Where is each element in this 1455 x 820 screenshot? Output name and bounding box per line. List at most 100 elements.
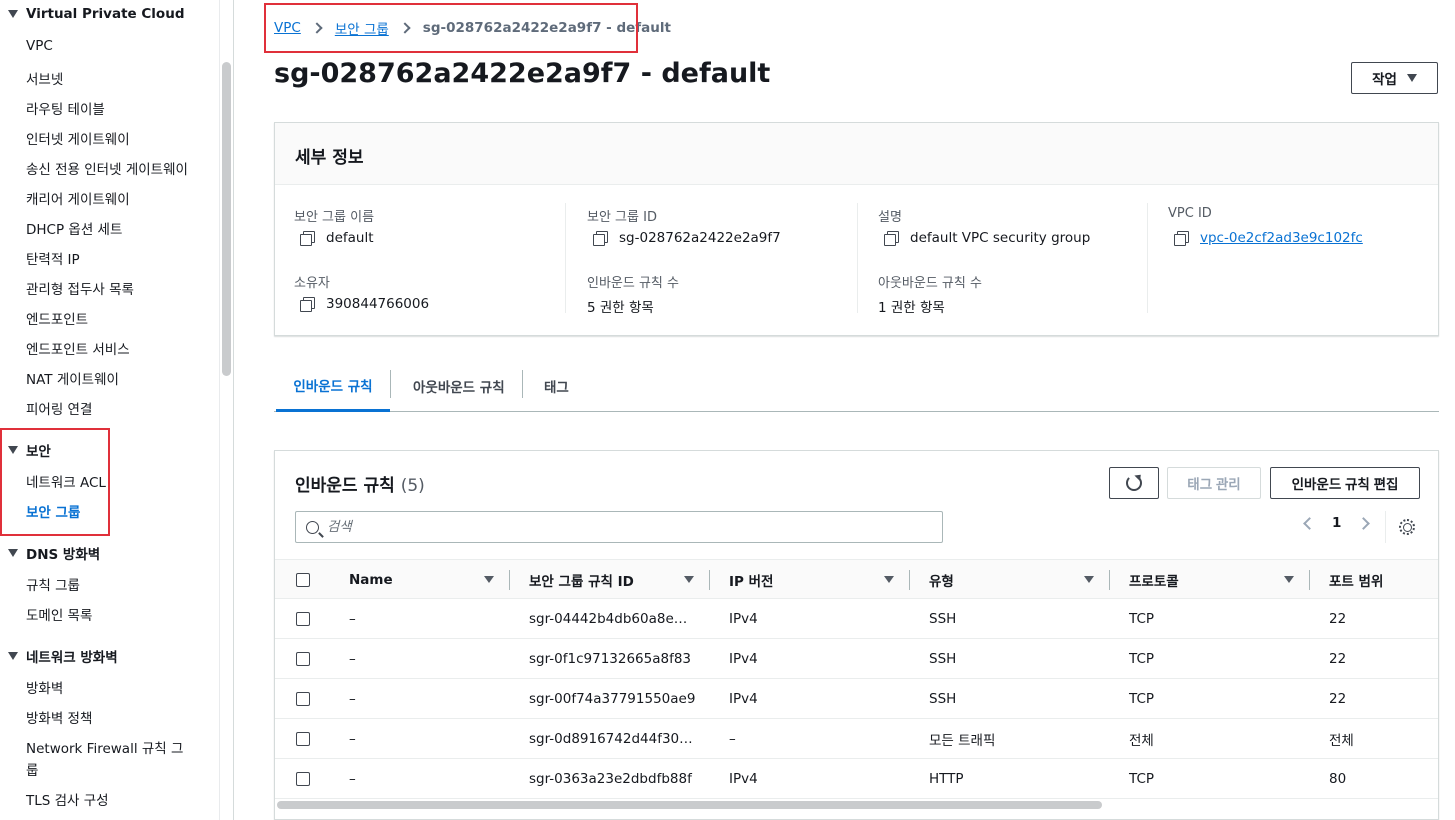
sidebar-item-peering[interactable]: 피어링 연결 xyxy=(26,398,92,418)
tab-divider xyxy=(522,370,523,398)
cell-type: SSH xyxy=(929,691,957,707)
cell-rule-id: sgr-0363a23e2dbdfb88f xyxy=(529,771,692,787)
sidebar-item-carrier-gateways[interactable]: 캐리어 게이트웨이 xyxy=(26,188,130,208)
table-row[interactable]: – sgr-0d8916742d44f30… – 모든 트래픽 전체 전체 xyxy=(275,719,1438,759)
table-row[interactable]: – sgr-00f74a37791550ae9 IPv4 SSH TCP 22 xyxy=(275,679,1438,719)
owner-value: 390844766006 xyxy=(300,296,429,312)
column-divider xyxy=(909,570,910,590)
column-header-type[interactable]: 유형 xyxy=(929,560,954,600)
cell-port-range: 22 xyxy=(1329,611,1347,627)
row-checkbox[interactable] xyxy=(296,772,310,786)
copy-icon[interactable] xyxy=(300,231,315,246)
cell-name: – xyxy=(349,771,356,787)
refresh-button[interactable] xyxy=(1109,467,1159,499)
sidebar-item-subnets[interactable]: 서브넷 xyxy=(26,68,63,88)
table-row[interactable]: – sgr-0f1c97132665a8f83 IPv4 SSH TCP 22 xyxy=(275,639,1438,679)
search-input[interactable] xyxy=(327,519,907,535)
copy-icon[interactable] xyxy=(884,231,899,246)
tab-outbound-rules[interactable]: 아웃바운드 규칙 xyxy=(413,360,505,412)
column-header-ip-version[interactable]: IP 버전 xyxy=(729,560,773,600)
copy-icon[interactable] xyxy=(1174,231,1189,246)
actions-button[interactable]: 작업 xyxy=(1351,62,1438,94)
caret-down-icon xyxy=(8,549,18,557)
edit-inbound-rules-button[interactable]: 인바운드 규칙 편집 xyxy=(1270,467,1420,499)
sidebar-item-firewalls[interactable]: 방화벽 xyxy=(26,677,63,697)
table-header: Name 보안 그룹 규칙 ID IP 버전 유형 프로토콜 포트 범위 xyxy=(275,559,1438,599)
select-all-checkbox[interactable] xyxy=(296,573,310,587)
cell-protocol: TCP xyxy=(1129,771,1155,787)
tab-tags[interactable]: 태그 xyxy=(544,360,569,412)
sidebar-scrollbar[interactable] xyxy=(222,62,231,376)
table-row[interactable]: – sgr-04442b4db60a8e… IPv4 SSH TCP 22 xyxy=(275,599,1438,639)
cell-ip-version: IPv4 xyxy=(729,691,758,707)
sidebar-item-internet-gateways[interactable]: 인터넷 게이트웨이 xyxy=(26,128,130,148)
sidebar-item-nat-gateways[interactable]: NAT 게이트웨이 xyxy=(26,368,119,388)
manage-tags-button[interactable]: 태그 관리 xyxy=(1167,467,1261,499)
row-checkbox[interactable] xyxy=(296,732,310,746)
sort-caret-icon[interactable] xyxy=(1084,576,1094,583)
sidebar-section-network-firewall[interactable]: 네트워크 방화벽 xyxy=(8,646,118,666)
cell-port-range: 80 xyxy=(1329,771,1347,787)
cell-ip-version: IPv4 xyxy=(729,771,758,787)
column-header-port-range[interactable]: 포트 범위 xyxy=(1329,560,1383,600)
cell-port-range: 22 xyxy=(1329,651,1347,667)
column-divider xyxy=(565,203,566,313)
column-header-rule-id[interactable]: 보안 그룹 규칙 ID xyxy=(529,560,634,600)
cell-protocol: TCP xyxy=(1129,611,1155,627)
row-checkbox[interactable] xyxy=(296,652,310,666)
column-header-protocol[interactable]: 프로토콜 xyxy=(1129,560,1179,600)
details-header: 세부 정보 xyxy=(275,123,1438,185)
cell-protocol: 전체 xyxy=(1129,733,1154,749)
sort-caret-icon[interactable] xyxy=(684,576,694,583)
sidebar-item-vpc[interactable]: VPC xyxy=(26,38,53,54)
sg-name-label: 보안 그룹 이름 xyxy=(294,210,375,225)
sort-caret-icon[interactable] xyxy=(484,576,494,583)
chevron-right-icon[interactable] xyxy=(1357,516,1371,530)
sidebar-item-firewall-policies[interactable]: 방화벽 정책 xyxy=(26,707,92,727)
tab-inbound-rules[interactable]: 인바운드 규칙 xyxy=(276,360,390,412)
sidebar-section-vpc[interactable]: Virtual Private Cloud xyxy=(8,6,184,22)
gear-icon[interactable] xyxy=(1399,519,1415,535)
sidebar-item-route-tables[interactable]: 라우팅 테이블 xyxy=(26,98,105,118)
chevron-left-icon[interactable] xyxy=(1303,516,1316,530)
row-checkbox[interactable] xyxy=(296,692,310,706)
sort-caret-icon[interactable] xyxy=(884,576,894,583)
cell-ip-version: – xyxy=(729,731,736,747)
caret-down-icon xyxy=(8,652,18,660)
sidebar-item-nf-rule-groups[interactable]: Network Firewall 규칙 그 xyxy=(26,737,183,757)
sidebar-item-tls-inspection[interactable]: TLS 검사 구성 xyxy=(26,789,109,809)
table-row[interactable]: – sgr-0363a23e2dbdfb88f IPv4 HTTP TCP 80 xyxy=(275,759,1438,799)
sidebar-item-domain-lists[interactable]: 도메인 목록 xyxy=(26,604,92,624)
description-value: default VPC security group xyxy=(884,230,1090,246)
page-number[interactable]: 1 xyxy=(1332,515,1341,531)
row-checkbox[interactable] xyxy=(296,612,310,626)
vpc-id-link[interactable]: vpc-0e2cf2ad3e9c102fc xyxy=(1200,230,1363,246)
tab-divider xyxy=(390,370,391,398)
sidebar-item-nf-rule-groups-wrap[interactable]: 룹 xyxy=(26,759,38,779)
inbound-rules-table: Name 보안 그룹 규칙 ID IP 버전 유형 프로토콜 포트 범위 – s… xyxy=(275,559,1438,799)
cell-ip-version: IPv4 xyxy=(729,651,758,667)
inbound-count-label: 인바운드 규칙 수 xyxy=(587,276,679,291)
sidebar-item-dhcp-options[interactable]: DHCP 옵션 세트 xyxy=(26,218,122,238)
outbound-count-value: 1 권한 항목 xyxy=(878,300,945,316)
cell-name: – xyxy=(349,731,356,747)
copy-icon[interactable] xyxy=(300,297,315,312)
column-divider xyxy=(709,570,710,590)
sidebar-item-egress-only-igw[interactable]: 송신 전용 인터넷 게이트웨이 xyxy=(26,158,188,178)
sidebar-section-dns-firewall[interactable]: DNS 방화벽 xyxy=(8,543,100,563)
copy-icon[interactable] xyxy=(593,231,608,246)
sidebar-item-endpoint-services[interactable]: 엔드포인트 서비스 xyxy=(26,338,130,358)
sidebar-item-prefix-lists[interactable]: 관리형 접두사 목록 xyxy=(26,278,134,298)
sidebar-item-endpoints[interactable]: 엔드포인트 xyxy=(26,308,88,328)
cell-name: – xyxy=(349,691,356,707)
sidebar-item-rule-groups[interactable]: 규칙 그룹 xyxy=(26,574,80,594)
column-header-name[interactable]: Name xyxy=(349,560,393,600)
sort-caret-icon[interactable] xyxy=(1284,576,1294,583)
sidebar-item-elastic-ip[interactable]: 탄력적 IP xyxy=(26,248,80,268)
caret-down-icon xyxy=(1406,74,1417,82)
cell-name: – xyxy=(349,651,356,667)
table-horizontal-scrollbar[interactable] xyxy=(277,801,1102,809)
cell-protocol: TCP xyxy=(1129,691,1155,707)
pager-divider xyxy=(1385,511,1386,543)
cell-type: SSH xyxy=(929,611,957,627)
